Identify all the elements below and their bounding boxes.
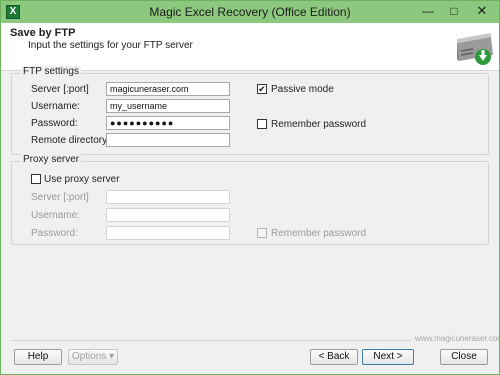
remember-password-label[interactable]: Remember password [271, 119, 366, 130]
use-proxy-checkbox[interactable] [31, 174, 41, 184]
proxy-remember-password-checkbox[interactable] [257, 228, 267, 238]
dialog-window: X Magic Excel Recovery (Office Edition) … [0, 0, 500, 375]
server-label: Server [:port] [31, 84, 89, 95]
ftp-server-icon [457, 33, 493, 65]
remote-directory-input[interactable] [106, 133, 230, 147]
proxy-remember-password-label: Remember password [271, 228, 367, 239]
maximize-button[interactable]: □ [441, 1, 467, 21]
footer-divider [11, 340, 411, 341]
help-button[interactable]: Help [14, 349, 62, 365]
close-window-button[interactable]: ✕ [467, 1, 497, 21]
proxy-username-input[interactable] [106, 208, 230, 222]
title-bar[interactable]: X Magic Excel Recovery (Office Edition) … [1, 1, 499, 23]
proxy-server-label: Server [:port] [31, 192, 89, 203]
proxy-password-input[interactable] [106, 226, 230, 240]
use-proxy-label[interactable]: Use proxy server [44, 174, 120, 185]
passive-mode-checkbox[interactable]: ✔ [257, 84, 267, 94]
username-label: Username: [31, 101, 80, 112]
password-input[interactable]: ●●●●●●●●●● [106, 116, 230, 130]
server-input[interactable]: magicuneraser.com [106, 82, 230, 96]
username-input[interactable]: my_username [106, 99, 230, 113]
passive-mode-label[interactable]: Passive mode [271, 84, 334, 95]
remember-password-checkbox[interactable] [257, 119, 267, 129]
proxy-server-group: Proxy server Use proxy server Server [:p… [11, 154, 489, 245]
remote-directory-label: Remote directory: [31, 135, 110, 146]
page-title: Save by FTP [10, 27, 76, 39]
close-button[interactable]: Close [440, 349, 488, 365]
wizard-header: Save by FTP Input the settings for your … [1, 23, 499, 71]
ftp-settings-group: FTP settings Server [:port] magicunerase… [11, 66, 489, 155]
options-dropdown-button[interactable]: Options ▾ [68, 349, 118, 365]
proxy-password-label: Password: [31, 228, 78, 239]
proxy-server-input[interactable] [106, 190, 230, 204]
password-label: Password: [31, 118, 78, 129]
ftp-settings-legend: FTP settings [21, 66, 81, 77]
back-button[interactable]: < Back [310, 349, 358, 365]
website-watermark: www.magicuneraser.com [415, 334, 500, 343]
proxy-username-label: Username: [31, 210, 80, 221]
minimize-button[interactable]: — [415, 1, 441, 21]
next-button[interactable]: Next > [362, 349, 414, 365]
page-subtitle: Input the settings for your FTP server [28, 40, 193, 51]
proxy-server-legend: Proxy server [21, 154, 82, 165]
